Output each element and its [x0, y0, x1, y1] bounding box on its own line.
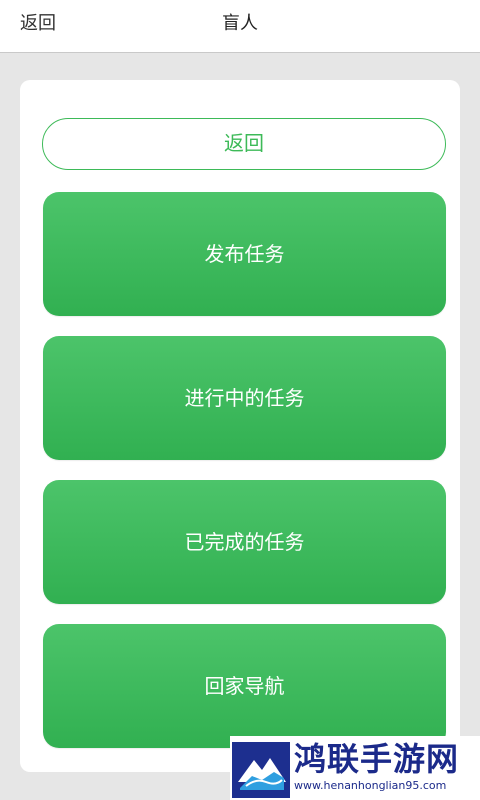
watermark-site-url: www.henanhonglian95.com: [294, 779, 447, 792]
top-navigation-bar: 返回 盲人: [0, 0, 480, 53]
menu-card: 返回 发布任务 进行中的任务 已完成的任务 回家导航: [20, 80, 460, 772]
completed-tasks-button[interactable]: 已完成的任务: [43, 480, 446, 604]
page-title: 盲人: [222, 13, 258, 34]
back-button[interactable]: 返回: [42, 118, 446, 170]
watermark-site-name: 鸿联手游网: [294, 740, 460, 778]
publish-task-button[interactable]: 发布任务: [43, 192, 446, 316]
home-navigation-button[interactable]: 回家导航: [43, 624, 446, 748]
in-progress-tasks-button[interactable]: 进行中的任务: [43, 336, 446, 460]
watermark-logo-icon: [232, 742, 290, 798]
site-watermark: 鸿联手游网 www.henanhonglian95.com: [230, 736, 480, 800]
